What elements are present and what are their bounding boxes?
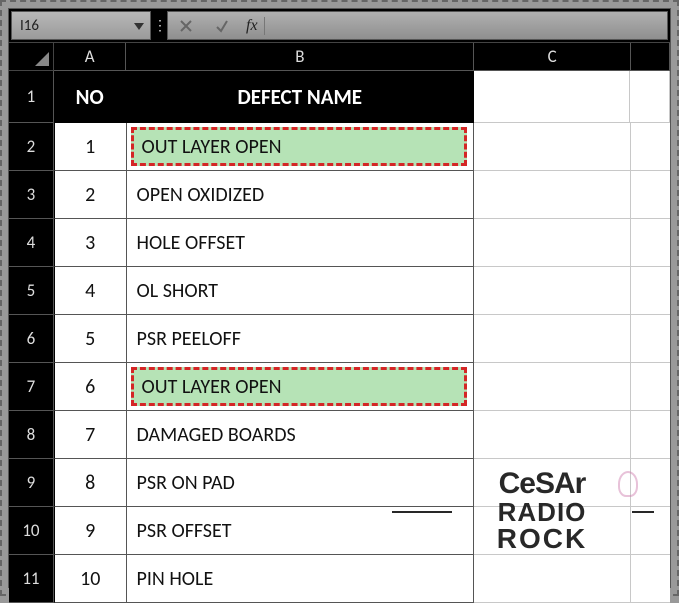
row-number[interactable]: 1: [9, 71, 54, 123]
formula-bar: I16 ⋮ fx: [9, 9, 670, 43]
table-row: 32OPEN OXIDIZED: [9, 171, 670, 219]
row-number[interactable]: 9: [9, 459, 54, 507]
table-row: 43HOLE OFFSET: [9, 219, 670, 267]
table-row: 109PSR OFFSET: [9, 507, 670, 555]
defect-name-cell[interactable]: OUT LAYER OPEN: [127, 363, 475, 411]
select-all-corner[interactable]: [9, 43, 54, 71]
table-row: 54OL SHORT: [9, 267, 670, 315]
no-cell[interactable]: 2: [54, 171, 127, 219]
empty-cell[interactable]: [631, 411, 671, 459]
no-cell[interactable]: 4: [54, 267, 127, 315]
column-header-row: A B C: [9, 43, 670, 71]
empty-cell[interactable]: [474, 507, 630, 555]
defect-name-cell[interactable]: HOLE OFFSET: [127, 219, 475, 267]
empty-cell[interactable]: [631, 171, 671, 219]
empty-cell[interactable]: [631, 507, 671, 555]
defect-name-cell[interactable]: OPEN OXIDIZED: [127, 171, 475, 219]
duplicate-highlight: OUT LAYER OPEN: [131, 367, 468, 406]
row-number[interactable]: 2: [9, 123, 54, 171]
defect-name-cell[interactable]: PSR PEELOFF: [127, 315, 475, 363]
column-header-B[interactable]: B: [126, 43, 474, 71]
formula-cancel-button[interactable]: [168, 12, 204, 39]
defect-name-cell[interactable]: PSR ON PAD: [127, 459, 475, 507]
table-row: 21OUT LAYER OPEN: [9, 123, 670, 171]
column-header-C[interactable]: C: [474, 43, 630, 71]
no-cell[interactable]: 1: [54, 123, 127, 171]
empty-cell[interactable]: [631, 267, 671, 315]
empty-cell[interactable]: [474, 171, 630, 219]
no-cell[interactable]: 8: [54, 459, 127, 507]
table-row: 65PSR PEELOFF: [9, 315, 670, 363]
empty-cell[interactable]: [630, 71, 670, 123]
name-box[interactable]: I16: [11, 11, 151, 40]
table-header-row: 1NODEFECT NAME: [9, 71, 670, 123]
no-cell[interactable]: 3: [54, 219, 127, 267]
header-defect-name-cell[interactable]: DEFECT NAME: [127, 71, 475, 123]
row-number[interactable]: 3: [9, 171, 54, 219]
row-number[interactable]: 4: [9, 219, 54, 267]
empty-cell[interactable]: [631, 363, 671, 411]
empty-cell[interactable]: [474, 411, 630, 459]
toolbar-divider: ⋮: [153, 9, 167, 42]
no-cell[interactable]: 9: [54, 507, 127, 555]
no-cell[interactable]: 5: [54, 315, 127, 363]
defect-name-cell[interactable]: DAMAGED BOARDS: [127, 411, 475, 459]
empty-cell[interactable]: [631, 123, 671, 171]
empty-cell[interactable]: [474, 267, 630, 315]
spreadsheet-app: I16 ⋮ fx A B C 1NODEFECT NAME21OUT LAYER…: [8, 8, 671, 588]
formula-confirm-button[interactable]: [204, 12, 240, 39]
no-cell[interactable]: 7: [54, 411, 127, 459]
fx-label[interactable]: fx: [240, 17, 265, 35]
formula-input[interactable]: [265, 12, 667, 39]
column-header-D[interactable]: [631, 43, 670, 71]
table-row: 76OUT LAYER OPEN: [9, 363, 670, 411]
defect-name-cell[interactable]: OL SHORT: [127, 267, 475, 315]
duplicate-highlight: OUT LAYER OPEN: [131, 127, 468, 166]
no-cell[interactable]: 6: [54, 363, 127, 411]
row-number[interactable]: 5: [9, 267, 54, 315]
table-row: 87DAMAGED BOARDS: [9, 411, 670, 459]
row-number[interactable]: 10: [9, 507, 54, 555]
empty-cell[interactable]: [474, 363, 630, 411]
empty-cell[interactable]: [474, 219, 630, 267]
empty-cell[interactable]: [474, 315, 630, 363]
empty-cell[interactable]: [631, 219, 671, 267]
defect-name-cell[interactable]: OUT LAYER OPEN: [127, 123, 475, 171]
row-number[interactable]: 8: [9, 411, 54, 459]
defect-name-cell[interactable]: PSR OFFSET: [127, 507, 475, 555]
empty-cell[interactable]: [474, 71, 630, 123]
formula-input-group: fx: [167, 11, 668, 40]
empty-cell[interactable]: [474, 459, 630, 507]
header-no-cell[interactable]: NO: [54, 71, 127, 123]
row-number[interactable]: 6: [9, 315, 54, 363]
column-header-A[interactable]: A: [54, 43, 126, 71]
empty-cell[interactable]: [474, 123, 630, 171]
worksheet-grid[interactable]: A B C 1NODEFECT NAME21OUT LAYER OPEN32OP…: [9, 43, 670, 587]
empty-cell[interactable]: [631, 459, 671, 507]
table-row: 98PSR ON PAD: [9, 459, 670, 507]
row-number[interactable]: 7: [9, 363, 54, 411]
name-box-value: I16: [20, 17, 39, 35]
empty-cell[interactable]: [631, 315, 671, 363]
name-box-dropdown-icon[interactable]: [132, 19, 146, 33]
